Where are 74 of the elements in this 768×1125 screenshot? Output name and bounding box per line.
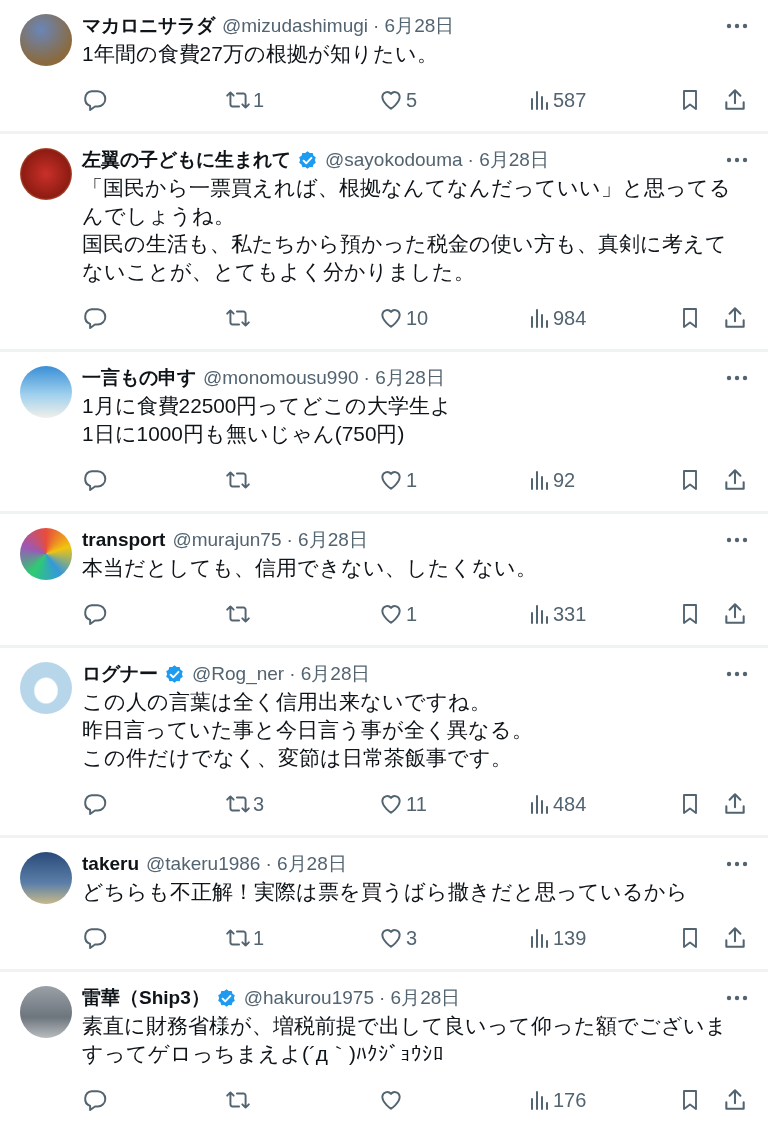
view-count: 139 [553,926,587,950]
reply-icon[interactable] [82,925,108,951]
view-count: 92 [553,468,576,492]
user-handle[interactable]: @monomousu990 [203,367,359,389]
repost-count: 1 [253,926,265,950]
reply-icon[interactable] [82,87,108,113]
display-name[interactable]: 雷華（Ship3） [82,985,210,1011]
tweet-text: 国民の生活も、私たちから預かった税金の使い方も、真剣に考えてないことが、とてもよく分かりました。 [82,231,728,285]
share-icon[interactable] [722,467,748,493]
view-count: 587 [553,88,587,112]
post-date[interactable]: · 6月28日 [286,527,368,553]
post-date[interactable]: · 6月28日 [378,985,461,1011]
avatar[interactable] [20,852,72,904]
like-count: 1 [406,468,418,492]
display-name[interactable]: マカロニサラダ [82,13,215,39]
avatar[interactable] [20,986,72,1038]
display-name[interactable]: takeru [82,853,140,875]
reply-icon[interactable] [82,305,108,331]
display-name[interactable]: 一言もの申す [82,365,196,391]
tweet-text: 1月に食費22500円ってどこの大学生よ [82,393,454,419]
user-handle[interactable]: @sayokodouma [325,149,463,171]
tweet-text: この件だけでなく、変節は日常茶飯事です。 [82,745,513,771]
share-icon[interactable] [722,925,748,951]
repost-count: 3 [253,792,265,816]
user-handle[interactable]: @Rog_ner [192,663,285,685]
post-date[interactable]: · 6月28日 [363,365,445,391]
more-icon[interactable] [726,537,748,543]
display-name[interactable]: ログナー [82,661,158,687]
tweet-text: 本当だとしても、信用できない、したくない。 [82,555,538,581]
share-icon[interactable] [722,87,748,113]
reply-icon[interactable] [82,791,108,817]
tweet-text: 素直に財務省様が、増税前提で出して良いって仰った額でございますってゲロっちまえよ(´д｀)ﾊｸｼﾞｮｳｼﾛ [82,1013,728,1067]
user-handle[interactable]: @mizudashimugi [222,15,368,37]
share-icon[interactable] [722,1087,748,1113]
view-count: 176 [553,1088,587,1112]
reply-icon[interactable] [82,467,108,493]
more-icon[interactable] [726,157,748,163]
share-icon[interactable] [722,791,748,817]
like-count: 1 [406,602,418,626]
tweet-text: どちらも不正解！実際は票を買うばら撒きだと思っているから [82,879,689,905]
like-count: 5 [406,88,418,112]
post-date[interactable]: · 6月28日 [289,661,371,687]
user-handle[interactable]: @murajun75 [172,529,282,551]
avatar[interactable] [20,14,72,66]
tweet-text: この人の言葉は全く信用出来ないですね。 [82,689,492,715]
like-count: 10 [406,306,429,330]
avatar[interactable] [20,148,72,200]
reply-icon[interactable] [82,601,108,627]
display-name[interactable]: transport [82,529,166,551]
user-handle[interactable]: @hakurou1975 [243,987,374,1009]
repost-count: 1 [253,88,265,112]
post-date[interactable]: · 6月28日 [373,13,455,39]
view-count: 484 [553,792,587,816]
more-icon[interactable] [726,861,748,867]
reply-icon[interactable] [82,1087,108,1113]
more-icon[interactable] [726,375,748,381]
more-icon[interactable] [726,995,748,1001]
avatar[interactable] [20,528,72,580]
tweet-text: 昨日言っていた事と今日言う事が全く異なる。 [82,717,534,743]
tweet-text: 1日に1000円も無いじゃん(750円) [82,421,406,447]
tweet-text: 「国民から一票買えれば、根拠なんてなんだっていい」と思ってるんでしょうね。 [82,175,732,229]
post-date[interactable]: · 6月28日 [467,147,549,173]
like-count: 3 [406,926,418,950]
share-icon[interactable] [722,305,748,331]
more-icon[interactable] [726,23,748,29]
share-icon[interactable] [722,601,748,627]
post-date[interactable]: · 6月28日 [265,851,347,877]
display-name[interactable]: 左翼の子どもに生まれて [82,147,291,173]
more-icon[interactable] [726,671,748,677]
view-count: 984 [553,306,587,330]
user-handle[interactable]: @takeru1986 [146,853,261,875]
tweet-text: 1年間の食費27万の根拠が知りたい。 [82,41,439,67]
like-count: 11 [406,792,427,816]
view-count: 331 [553,602,587,626]
